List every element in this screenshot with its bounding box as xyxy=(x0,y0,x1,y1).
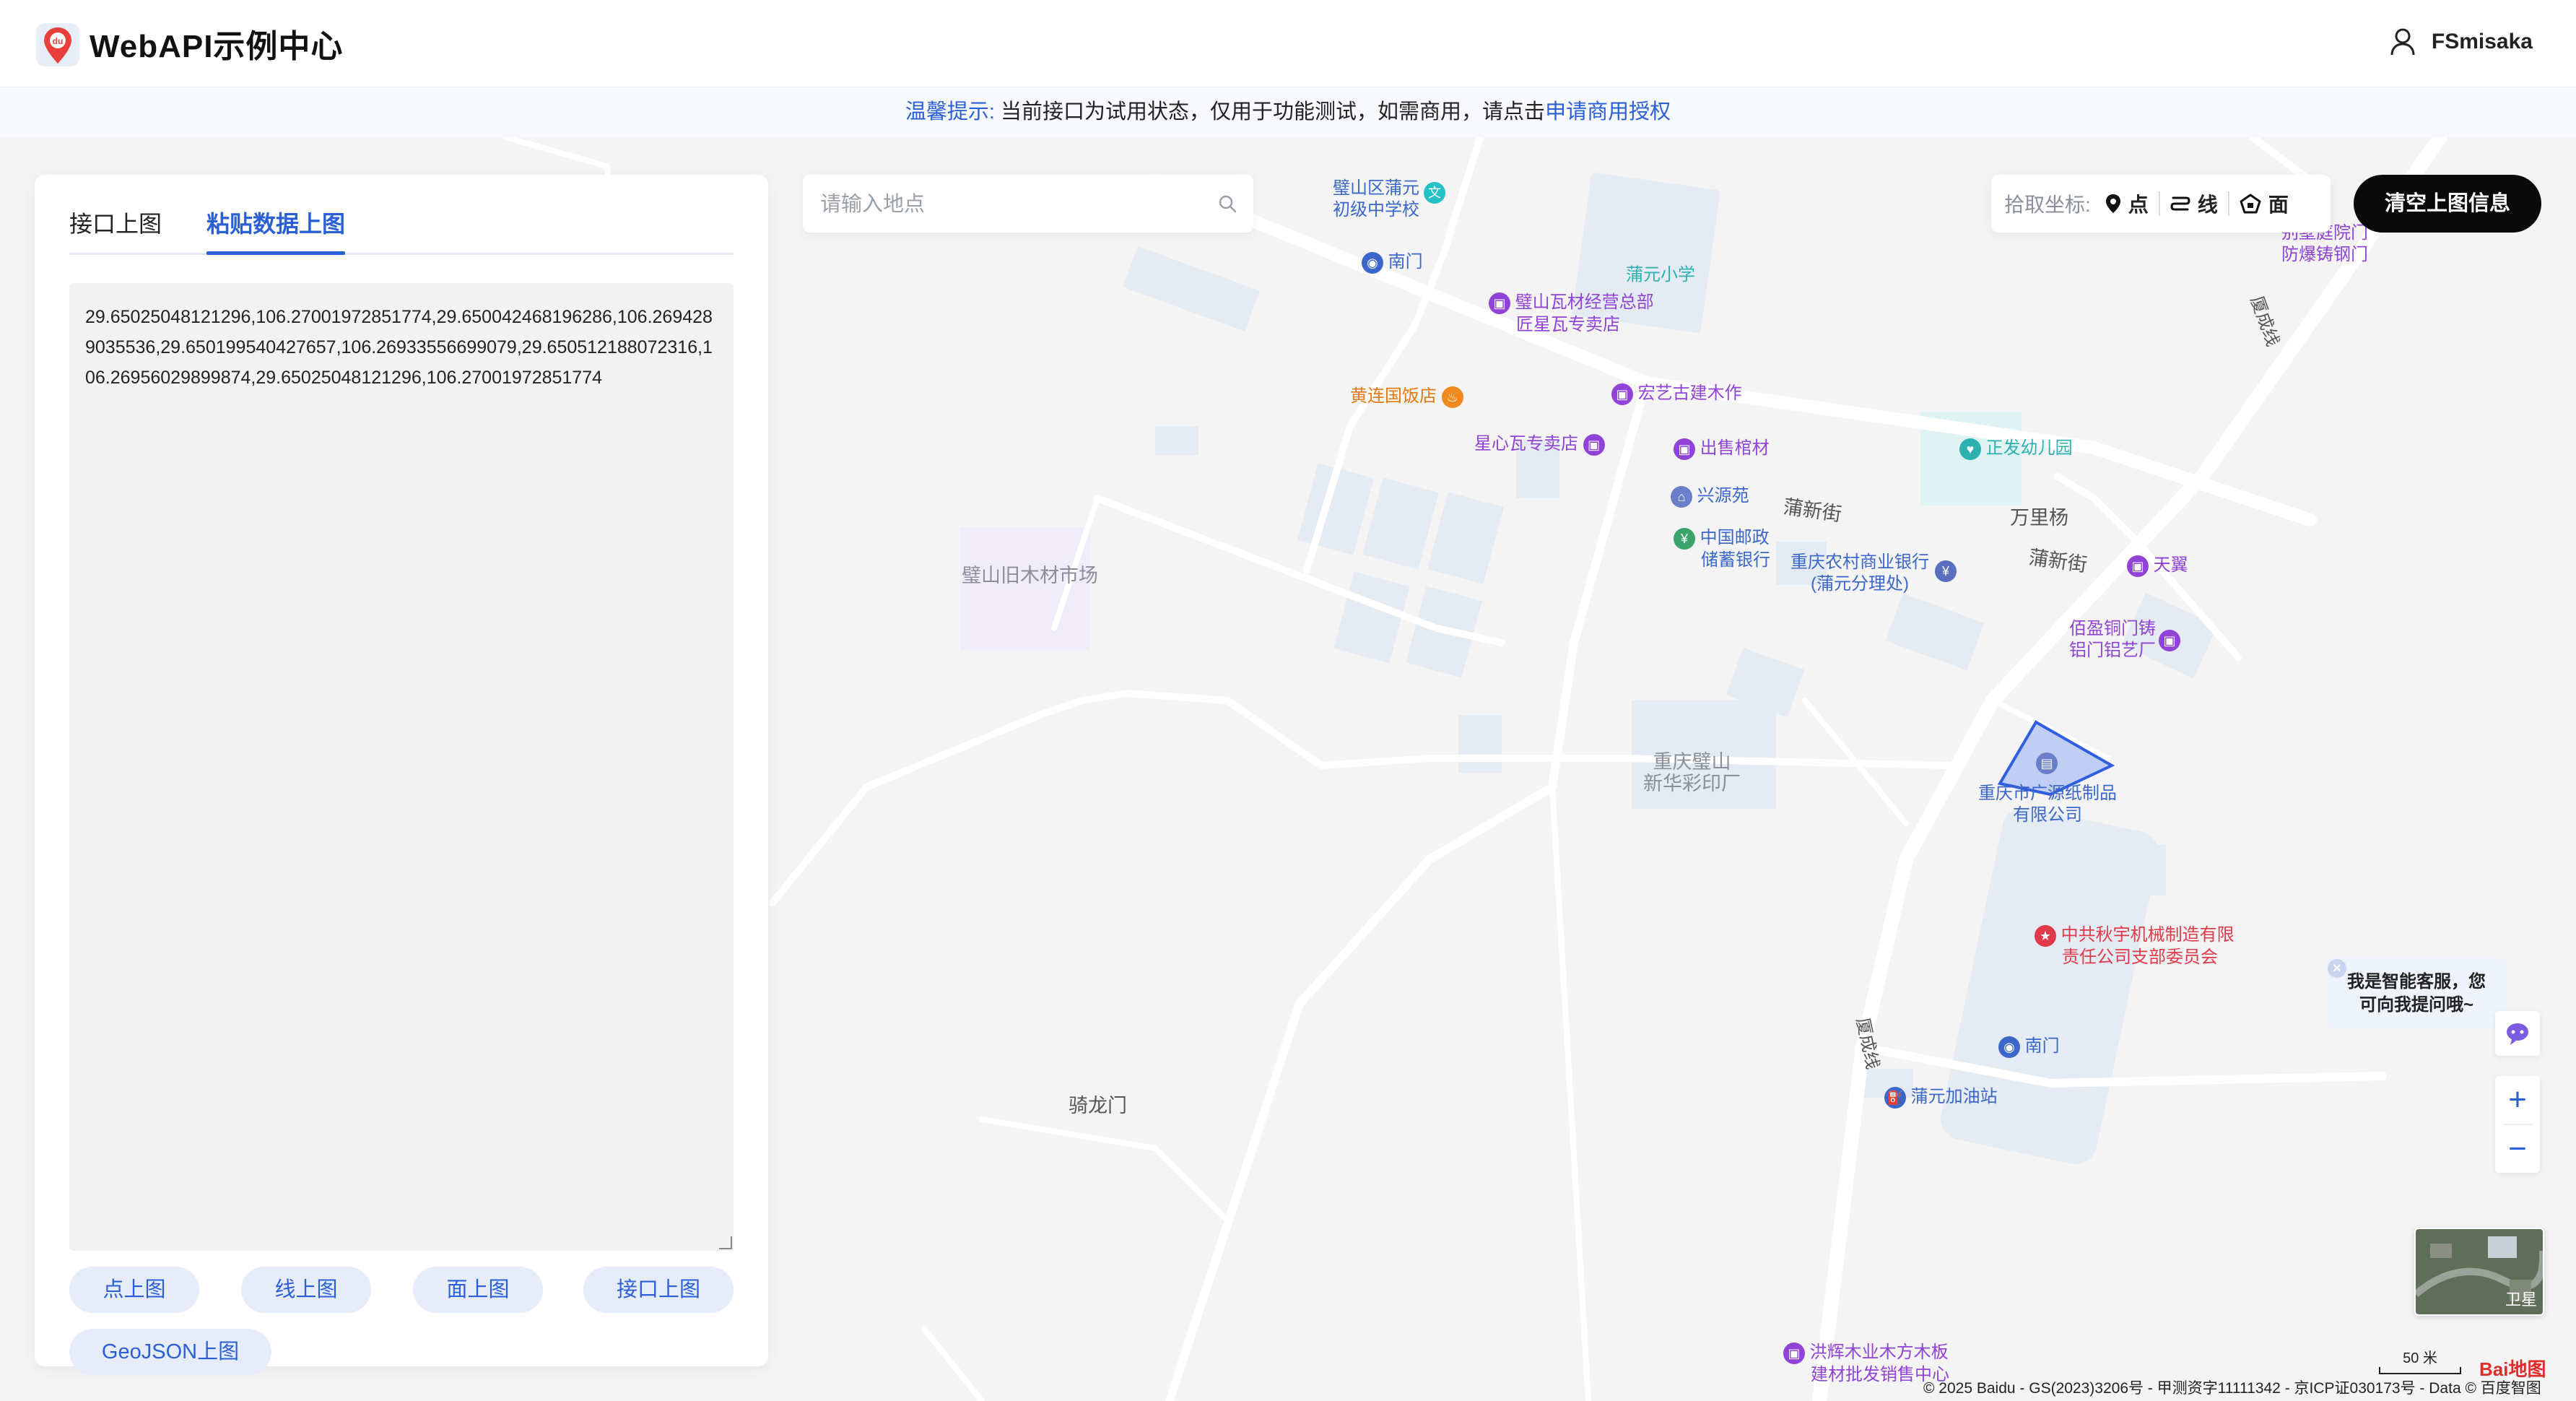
poi-huanglian[interactable]: 黄连国饭店 ♨ xyxy=(1350,386,1463,408)
place-wanliyang: 万里杨 xyxy=(2010,507,2068,529)
poi-school[interactable]: 璧山区蒲元 初级中学校 xyxy=(1333,178,1419,221)
pick-line-button[interactable]: 线 xyxy=(2160,189,2228,218)
resize-handle-icon[interactable] xyxy=(719,1236,732,1249)
poi-xinhua-printing[interactable]: 重庆璧山 新华彩印厂 xyxy=(1643,751,1741,794)
search-icon[interactable] xyxy=(1217,194,1237,214)
assistant-bubble[interactable]: × 我是智能客服，您 可向我提问哦~ xyxy=(2326,958,2507,1028)
shop-icon: ▣ xyxy=(1611,383,1633,405)
zoom-in-button[interactable]: + xyxy=(2495,1076,2540,1124)
zoom-control: + − xyxy=(2495,1076,2540,1173)
svg-text:du: du xyxy=(53,36,64,46)
tab-api-plot[interactable]: 接口上图 xyxy=(69,195,162,253)
poi-rural-bank[interactable]: 重庆农村商业银行 (蒲元分理处) xyxy=(1790,552,1929,595)
bus-stop-icon: ◉ xyxy=(1998,1036,2020,1058)
gas-station-icon: ⛽ xyxy=(1884,1086,1906,1109)
username: FSmisaka xyxy=(2431,30,2533,53)
residence-icon: ⌂ xyxy=(1671,485,1692,508)
apply-license-link[interactable]: 申请商用授权 xyxy=(1545,100,1671,123)
plot-polygon-button[interactable]: 面上图 xyxy=(413,1267,543,1313)
poi-tianyi[interactable]: ▣ 天翼 xyxy=(2127,555,2188,577)
plus-icon: + xyxy=(2508,1082,2527,1117)
bus-stop-icon: ◉ xyxy=(1362,251,1383,274)
poi-zhengfa[interactable]: ♥ 正发幼儿园 xyxy=(1959,438,2073,460)
plot-geojson-button[interactable]: GeoJSON上图 xyxy=(69,1329,271,1375)
poi-gas-station[interactable]: ⛽ 蒲元加油站 xyxy=(1884,1086,1998,1109)
poi-old-wood-market[interactable]: 璧山旧木材市场 xyxy=(962,565,1098,586)
chatbot-icon xyxy=(2507,1023,2528,1045)
pick-point-button[interactable]: 点 xyxy=(2095,189,2159,218)
poi-south-gate-1[interactable]: ◉ 南门 xyxy=(1362,251,1423,274)
school-icon: 文 xyxy=(1424,182,1445,204)
poi-xingyuan[interactable]: ⌂ 兴源苑 xyxy=(1671,485,1749,508)
assistant-line-2: 可向我提问哦~ xyxy=(2359,995,2473,1015)
satellite-toggle[interactable]: 卫星 xyxy=(2414,1228,2544,1316)
poi-hongyi[interactable]: ▣ 宏艺古建木作 xyxy=(1611,383,1742,405)
polyline-icon xyxy=(2170,196,2190,211)
shop-icon: ▣ xyxy=(1674,438,1695,460)
restaurant-icon: ♨ xyxy=(1441,386,1463,408)
kindergarten-icon: ♥ xyxy=(1959,438,1981,460)
left-panel: 接口上图 粘贴数据上图 29.65025048121296,106.270019… xyxy=(35,175,768,1375)
place-qilongmen: 骑龙门 xyxy=(1069,1095,1127,1116)
plot-api-button[interactable]: 接口上图 xyxy=(583,1267,734,1313)
shop-icon: ▣ xyxy=(2127,555,2149,577)
coordinate-picker: 拾取坐标: 点 线 面 xyxy=(1991,175,2331,233)
close-icon[interactable]: × xyxy=(2328,959,2346,978)
assistant-line-1: 我是智能客服，您 xyxy=(2347,972,2486,992)
panel-tabs: 接口上图 粘贴数据上图 xyxy=(69,195,734,255)
map-scale: 50 米 xyxy=(2377,1346,2463,1374)
poi-post-bank[interactable]: ¥ 中国邮政 储蓄银行 xyxy=(1674,527,1770,571)
app-title: WebAPI示例中心 xyxy=(90,29,344,64)
company-icon: ▤ xyxy=(2036,752,2058,774)
location-pin-icon xyxy=(2105,194,2120,213)
notice-message: 当前接口为试用状态，仅用于功能测试，如需商用，请点击 xyxy=(1001,100,1546,123)
shop-icon: ▣ xyxy=(1783,1342,1805,1364)
pick-polygon-label: 面 xyxy=(2268,194,2289,216)
plot-line-button[interactable]: 线上图 xyxy=(241,1267,371,1313)
scale-bar xyxy=(2379,1367,2461,1374)
baidu-map-logo-icon: du xyxy=(36,23,79,66)
notice-bar: 温馨提示: 当前接口为试用状态，仅用于功能测试，如需商用，请点击申请商用授权 xyxy=(0,87,2576,137)
clear-map-button[interactable]: 清空上图信息 xyxy=(2354,175,2541,233)
bank-icon: ¥ xyxy=(1674,527,1695,550)
scale-label: 50 米 xyxy=(2403,1350,2437,1366)
shop-icon: ▣ xyxy=(1583,433,1605,456)
poi-guangyuan[interactable]: 重庆市广源纸制品 有限公司 xyxy=(1978,783,2117,826)
poi-puyuan-primary[interactable]: 蒲元小学 xyxy=(1626,264,1695,286)
poi-coffin[interactable]: ▣ 出售棺材 xyxy=(1674,438,1770,460)
shop-icon: ▣ xyxy=(2159,630,2180,651)
poi-south-gate-2[interactable]: ◉ 南门 xyxy=(1998,1036,2060,1058)
pick-line-label: 线 xyxy=(2197,194,2218,216)
top-header: du WebAPI示例中心 FSmisaka xyxy=(0,0,2576,87)
pick-point-label: 点 xyxy=(2128,194,2149,216)
plot-point-button[interactable]: 点上图 xyxy=(69,1267,199,1313)
user-menu[interactable]: FSmisaka xyxy=(2390,27,2533,56)
pick-polygon-button[interactable]: 面 xyxy=(2229,189,2299,218)
zoom-out-button[interactable]: − xyxy=(2495,1125,2540,1173)
bank-icon: ¥ xyxy=(1935,560,1957,582)
poi-xingxin[interactable]: 星心瓦专卖店 ▣ xyxy=(1474,433,1605,456)
picker-label: 拾取坐标: xyxy=(2004,194,2091,216)
user-icon xyxy=(2390,28,2415,56)
minus-icon: − xyxy=(2508,1131,2527,1166)
satellite-label: 卫星 xyxy=(2505,1291,2537,1309)
notice-label: 温馨提示: xyxy=(905,100,995,123)
poi-qiuyu[interactable]: ★ 中共秋宇机械制造有限 责任公司支部委员会 xyxy=(2035,924,2235,968)
place-search xyxy=(803,175,1253,234)
poi-baiying[interactable]: 佰盈铜门铸 铝门铝艺厂 xyxy=(2069,618,2156,662)
shop-icon: ▣ xyxy=(1489,292,1510,314)
map-copyright: © 2025 Baidu - GS(2023)3206号 - 甲测资字11111… xyxy=(1923,1380,2541,1397)
data-textarea[interactable]: 29.65025048121296,106.27001972851774,29.… xyxy=(69,283,734,1251)
government-icon: ★ xyxy=(2035,924,2056,947)
poi-tile-hq[interactable]: ▣ 璧山瓦材经营总部 匠星瓦专卖店 xyxy=(1489,292,1654,336)
tab-paste-data-plot[interactable]: 粘贴数据上图 xyxy=(206,195,346,255)
search-input[interactable] xyxy=(819,175,1211,234)
polygon-icon xyxy=(2240,194,2261,214)
assistant-button[interactable] xyxy=(2495,1011,2540,1056)
